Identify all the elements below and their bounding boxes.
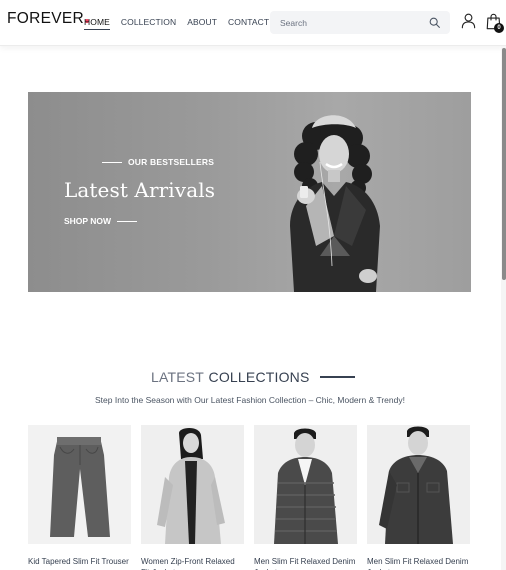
hero-banner: OUR BESTSELLERS Latest Arrivals SHOP NOW bbox=[28, 92, 471, 292]
product-image[interactable] bbox=[367, 425, 470, 544]
main-nav: HOME COLLECTION ABOUT CONTACT bbox=[84, 17, 269, 30]
heading-dark: COLLECTIONS bbox=[208, 369, 310, 385]
latest-collections-subtitle: Step Into the Season with Our Latest Fas… bbox=[95, 395, 405, 405]
puffer-jacket-image bbox=[254, 425, 357, 544]
hero-title: Latest Arrivals bbox=[64, 178, 216, 202]
site-header: FOREVER HOME COLLECTION ABOUT CONTACT 0 bbox=[0, 0, 506, 46]
eyebrow-line bbox=[102, 161, 122, 163]
nav-home[interactable]: HOME bbox=[84, 17, 110, 30]
hero-eyebrow: OUR BESTSELLERS bbox=[102, 157, 214, 167]
search-bar bbox=[270, 11, 450, 34]
product-grid: Kid Tapered Slim Fit Trouser Women Zip-F… bbox=[28, 425, 470, 570]
product-card[interactable]: Men Slim Fit Relaxed Denim Jacket bbox=[254, 425, 357, 570]
heading-line bbox=[319, 376, 355, 378]
nav-collection[interactable]: COLLECTION bbox=[121, 17, 176, 30]
jeans-image bbox=[28, 425, 131, 544]
search-icon[interactable] bbox=[428, 16, 441, 29]
scrollbar-thumb[interactable] bbox=[502, 48, 506, 280]
product-card[interactable]: Kid Tapered Slim Fit Trouser bbox=[28, 425, 131, 570]
latest-collections-heading: LATEST COLLECTIONS bbox=[0, 369, 506, 387]
search-input[interactable] bbox=[280, 16, 420, 29]
hero-eyebrow-text: OUR BESTSELLERS bbox=[128, 157, 215, 167]
denim-jacket-image bbox=[367, 425, 470, 544]
cart-count-badge: 0 bbox=[494, 23, 504, 33]
product-card[interactable]: Men Slim Fit Relaxed Denim Jacket bbox=[367, 425, 470, 570]
nav-about[interactable]: ABOUT bbox=[187, 17, 217, 30]
product-name[interactable]: Men Slim Fit Relaxed Denim Jacket bbox=[254, 556, 357, 570]
cta-line bbox=[117, 220, 138, 222]
logo[interactable]: FOREVER bbox=[7, 10, 90, 28]
product-name[interactable]: Men Slim Fit Relaxed Denim Jacket bbox=[367, 556, 470, 570]
logo-text: FOREVER bbox=[7, 10, 85, 27]
product-name[interactable]: Kid Tapered Slim Fit Trouser bbox=[28, 556, 131, 570]
product-name[interactable]: Women Zip-Front Relaxed Fit Jacket bbox=[141, 556, 244, 570]
product-image[interactable] bbox=[141, 425, 244, 544]
hero-model-image bbox=[290, 115, 380, 292]
women-jacket-image bbox=[141, 425, 244, 544]
user-icon[interactable] bbox=[461, 13, 476, 29]
shop-now-button[interactable]: SHOP NOW bbox=[64, 216, 138, 226]
product-image[interactable] bbox=[28, 425, 131, 544]
product-card[interactable]: Women Zip-Front Relaxed Fit Jacket bbox=[141, 425, 244, 570]
nav-contact[interactable]: CONTACT bbox=[228, 17, 269, 30]
product-image[interactable] bbox=[254, 425, 357, 544]
heading-light: LATEST bbox=[151, 369, 205, 385]
shop-now-label: SHOP NOW bbox=[64, 216, 112, 226]
